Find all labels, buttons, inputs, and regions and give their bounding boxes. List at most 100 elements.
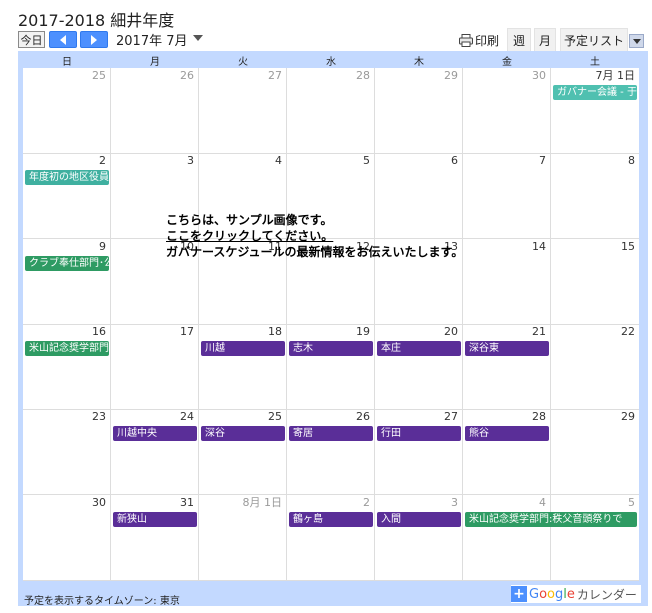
day-cell[interactable]: 31 [111, 495, 199, 581]
day-number[interactable]: 5 [551, 495, 639, 511]
day-number[interactable]: 22 [551, 324, 639, 340]
day-number[interactable]: 2 [23, 153, 110, 169]
day-number[interactable]: 26 [287, 409, 374, 425]
tab-week[interactable]: 週 [507, 28, 531, 51]
day-cell[interactable]: 17 [111, 324, 199, 410]
day-number[interactable]: 30 [23, 495, 110, 511]
day-number[interactable]: 29 [551, 409, 639, 425]
day-number[interactable]: 28 [287, 68, 374, 84]
day-number[interactable]: 4 [199, 153, 286, 169]
calendar-event[interactable]: 川越中央 [113, 426, 197, 441]
sample-notice[interactable]: こちらは、サンプル画像です。 ここをクリックしてください。 ガバナースケジュール… [166, 212, 463, 260]
day-cell[interactable]: 9 [23, 239, 111, 325]
calendar-event[interactable]: 深谷 [201, 426, 285, 441]
calendar-event[interactable]: 行田 [377, 426, 461, 441]
day-number[interactable]: 21 [463, 324, 550, 340]
calendar-event[interactable]: 新狭山 [113, 512, 197, 527]
day-cell[interactable]: 5 [551, 495, 639, 581]
day-cell[interactable]: 14 [463, 239, 551, 325]
day-number[interactable]: 25 [23, 68, 110, 84]
google-calendar-badge[interactable]: + Google カレンダー [511, 585, 641, 603]
calendar-event[interactable]: 米山記念奨学部門:秩父音頭祭りで [465, 512, 637, 527]
calendar-event[interactable]: 深谷東 [465, 341, 549, 356]
day-cell[interactable]: 28 [287, 68, 375, 154]
next-month-button[interactable] [80, 31, 108, 48]
day-number[interactable]: 15 [551, 239, 639, 255]
day-cell[interactable]: 7月 1日 [551, 68, 639, 154]
day-number[interactable]: 14 [463, 239, 550, 255]
today-button[interactable]: 今日 [18, 31, 45, 48]
day-cell[interactable]: 16 [23, 324, 111, 410]
calendar-event[interactable]: 本庄 [377, 341, 461, 356]
sample-notice-link[interactable]: ここをクリックしてください。 [166, 228, 463, 244]
day-number[interactable]: 8 [551, 153, 639, 169]
calendar-event[interactable]: 年度初の地区役員 [25, 170, 109, 185]
day-cell[interactable]: 3 [375, 495, 463, 581]
day-number[interactable]: 18 [199, 324, 286, 340]
calendar-event[interactable]: 寄居 [289, 426, 373, 441]
day-number[interactable]: 28 [463, 409, 550, 425]
day-cell[interactable]: 27 [199, 68, 287, 154]
day-cell[interactable]: 19 [287, 324, 375, 410]
calendar-menu-button[interactable] [629, 34, 644, 48]
day-cell[interactable]: 20 [375, 324, 463, 410]
calendar-event[interactable]: 川越 [201, 341, 285, 356]
day-number[interactable]: 25 [199, 409, 286, 425]
day-cell[interactable]: 2 [287, 495, 375, 581]
day-number[interactable]: 27 [199, 68, 286, 84]
day-number[interactable]: 6 [375, 153, 462, 169]
day-cell[interactable]: 28 [463, 409, 551, 495]
previous-month-button[interactable] [49, 31, 77, 48]
day-cell[interactable]: 25 [23, 68, 111, 154]
calendar-event[interactable]: 入間 [377, 512, 461, 527]
day-cell[interactable]: 29 [375, 68, 463, 154]
tab-month[interactable]: 月 [534, 28, 556, 51]
day-number[interactable]: 2 [287, 495, 374, 511]
day-cell[interactable]: 25 [199, 409, 287, 495]
day-number[interactable]: 7 [463, 153, 550, 169]
day-cell[interactable]: 23 [23, 409, 111, 495]
day-number[interactable]: 23 [23, 409, 110, 425]
day-number[interactable]: 17 [111, 324, 198, 340]
calendar-event[interactable]: クラブ奉仕部門･公 [25, 256, 109, 271]
day-cell[interactable]: 30 [463, 68, 551, 154]
day-number[interactable]: 27 [375, 409, 462, 425]
day-cell[interactable]: 27 [375, 409, 463, 495]
month-dropdown-icon[interactable] [193, 35, 203, 41]
day-cell[interactable]: 26 [111, 68, 199, 154]
day-number[interactable]: 31 [111, 495, 198, 511]
calendar-event[interactable]: 志木 [289, 341, 373, 356]
day-number[interactable]: 3 [375, 495, 462, 511]
day-number[interactable]: 9 [23, 239, 110, 255]
day-number[interactable]: 30 [463, 68, 550, 84]
day-cell[interactable]: 30 [23, 495, 111, 581]
day-cell[interactable]: 29 [551, 409, 639, 495]
calendar-event[interactable]: ガバナー会議 - 于 [553, 85, 637, 100]
day-number[interactable]: 16 [23, 324, 110, 340]
calendar-event[interactable]: 熊谷 [465, 426, 549, 441]
calendar-event[interactable]: 米山記念奨学部門 [25, 341, 109, 356]
day-cell[interactable]: 22 [551, 324, 639, 410]
calendar-event[interactable]: 鶴ヶ島 [289, 512, 373, 527]
day-number[interactable]: 19 [287, 324, 374, 340]
day-cell[interactable]: 2 [23, 153, 111, 239]
day-number[interactable]: 5 [287, 153, 374, 169]
day-cell[interactable]: 15 [551, 239, 639, 325]
day-number[interactable]: 20 [375, 324, 462, 340]
current-month-label[interactable]: 2017年 7月 [116, 30, 188, 49]
print-button[interactable]: 印刷 [459, 30, 499, 50]
day-cell[interactable]: 7 [463, 153, 551, 239]
day-cell[interactable]: 8 [551, 153, 639, 239]
day-cell[interactable]: 21 [463, 324, 551, 410]
day-number[interactable]: 7月 1日 [551, 68, 639, 84]
day-cell[interactable]: 8月 1日 [199, 495, 287, 581]
day-cell[interactable]: 26 [287, 409, 375, 495]
day-number[interactable]: 29 [375, 68, 462, 84]
day-number[interactable]: 26 [111, 68, 198, 84]
day-cell[interactable]: 24 [111, 409, 199, 495]
day-number[interactable]: 4 [463, 495, 550, 511]
day-cell[interactable]: 4 [463, 495, 551, 581]
tab-agenda[interactable]: 予定リスト [560, 28, 628, 51]
day-number[interactable]: 3 [111, 153, 198, 169]
day-cell[interactable]: 18 [199, 324, 287, 410]
